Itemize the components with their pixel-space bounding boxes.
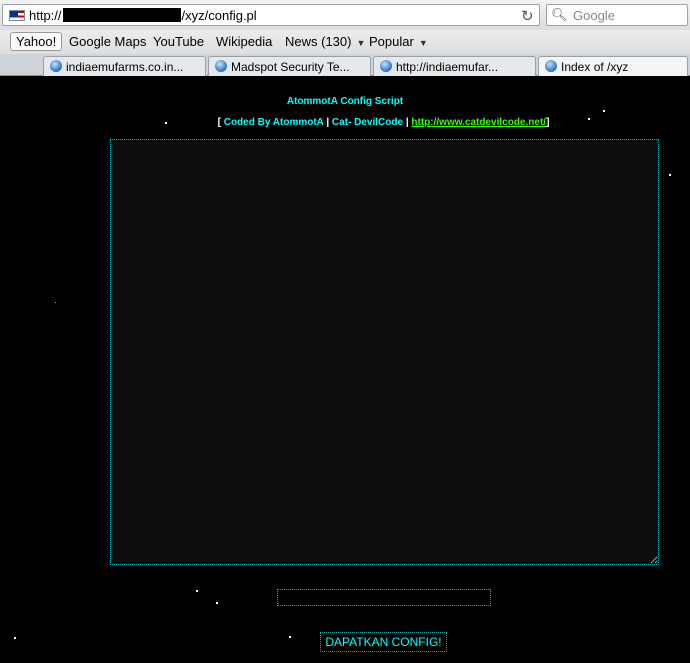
- search-icon[interactable]: 🔍︎: [551, 7, 568, 23]
- star-decoration: [669, 174, 671, 176]
- tab-indiaemufarms[interactable]: indiaemufarms.co.in...: [43, 56, 206, 76]
- bookmark-news[interactable]: News (130) ▼: [285, 34, 365, 49]
- tab-label: indiaemufarms.co.in...: [66, 60, 184, 74]
- globe-icon: [215, 60, 227, 72]
- catdevilcode-link[interactable]: http://www.catdevilcode.net/: [411, 117, 546, 128]
- config-input[interactable]: [277, 589, 491, 606]
- coded-by-text: Coded By AtommotA: [223, 117, 324, 128]
- globe-icon: [50, 60, 62, 72]
- bracket-open: [: [217, 117, 221, 128]
- tab-index-of-xyz[interactable]: Index of /xyz: [538, 56, 688, 76]
- tab-label: Madspot Security Te...: [231, 60, 350, 74]
- credits-line: [ Coded By AtommotA | Cat- DevilCode | h…: [0, 117, 690, 128]
- star-decoration: [55, 302, 56, 303]
- page-content: AtommotA Config Script [ Coded By Atommo…: [0, 76, 690, 663]
- bookmark-wikipedia[interactable]: Wikipedia: [216, 34, 272, 49]
- url-bar[interactable]: http:///xyz/config.pl ↻: [2, 4, 540, 26]
- page-title: AtommotA Config Script: [286, 96, 404, 107]
- bookmark-popular-label: Popular: [369, 34, 414, 49]
- tab-label: Index of /xyz: [561, 60, 629, 74]
- star-decoration: [603, 110, 605, 112]
- bookmark-yahoo[interactable]: Yahoo!: [10, 32, 63, 51]
- tab-strip: indiaemufarms.co.in... Madspot Security …: [0, 54, 690, 76]
- star-decoration: [196, 590, 198, 592]
- url-text[interactable]: http:///xyz/config.pl: [29, 8, 257, 23]
- bookmark-google-maps[interactable]: Google Maps: [69, 34, 146, 49]
- globe-icon: [545, 60, 557, 72]
- separator: |: [326, 117, 330, 128]
- bracket-close: ]: [546, 117, 550, 128]
- globe-icon: [380, 60, 392, 72]
- reload-icon[interactable]: ↻: [521, 7, 534, 25]
- bookmark-popular[interactable]: Popular ▼: [369, 34, 428, 49]
- bookmark-news-label: News (130): [285, 34, 352, 49]
- tab-indiaemufar[interactable]: http://indiaemufar...: [373, 56, 536, 76]
- star-decoration: [14, 637, 16, 639]
- search-bar[interactable]: 🔍︎ Google: [546, 4, 688, 26]
- star-decoration: [289, 636, 291, 638]
- cat-text: Cat- DevilCode: [331, 117, 404, 128]
- config-textarea[interactable]: [110, 139, 659, 565]
- search-input[interactable]: Google: [573, 8, 615, 23]
- tab-madspot[interactable]: Madspot Security Te...: [208, 56, 371, 76]
- tab-label: http://indiaemufar...: [396, 60, 499, 74]
- redacted-domain: [62, 8, 181, 22]
- get-config-button[interactable]: DAPATKAN CONFIG!: [320, 632, 447, 652]
- bookmarks-toolbar: Yahoo! Google Maps YouTube Wikipedia New…: [0, 30, 690, 54]
- star-decoration: [216, 602, 218, 604]
- separator: |: [405, 117, 409, 128]
- chevron-down-icon: ▼: [418, 38, 428, 48]
- navigation-toolbar: http:///xyz/config.pl ↻ 🔍︎ Google: [0, 0, 690, 30]
- site-flag-icon: [9, 10, 25, 21]
- bookmark-youtube[interactable]: YouTube: [153, 34, 204, 49]
- chevron-down-icon: ▼: [356, 38, 366, 48]
